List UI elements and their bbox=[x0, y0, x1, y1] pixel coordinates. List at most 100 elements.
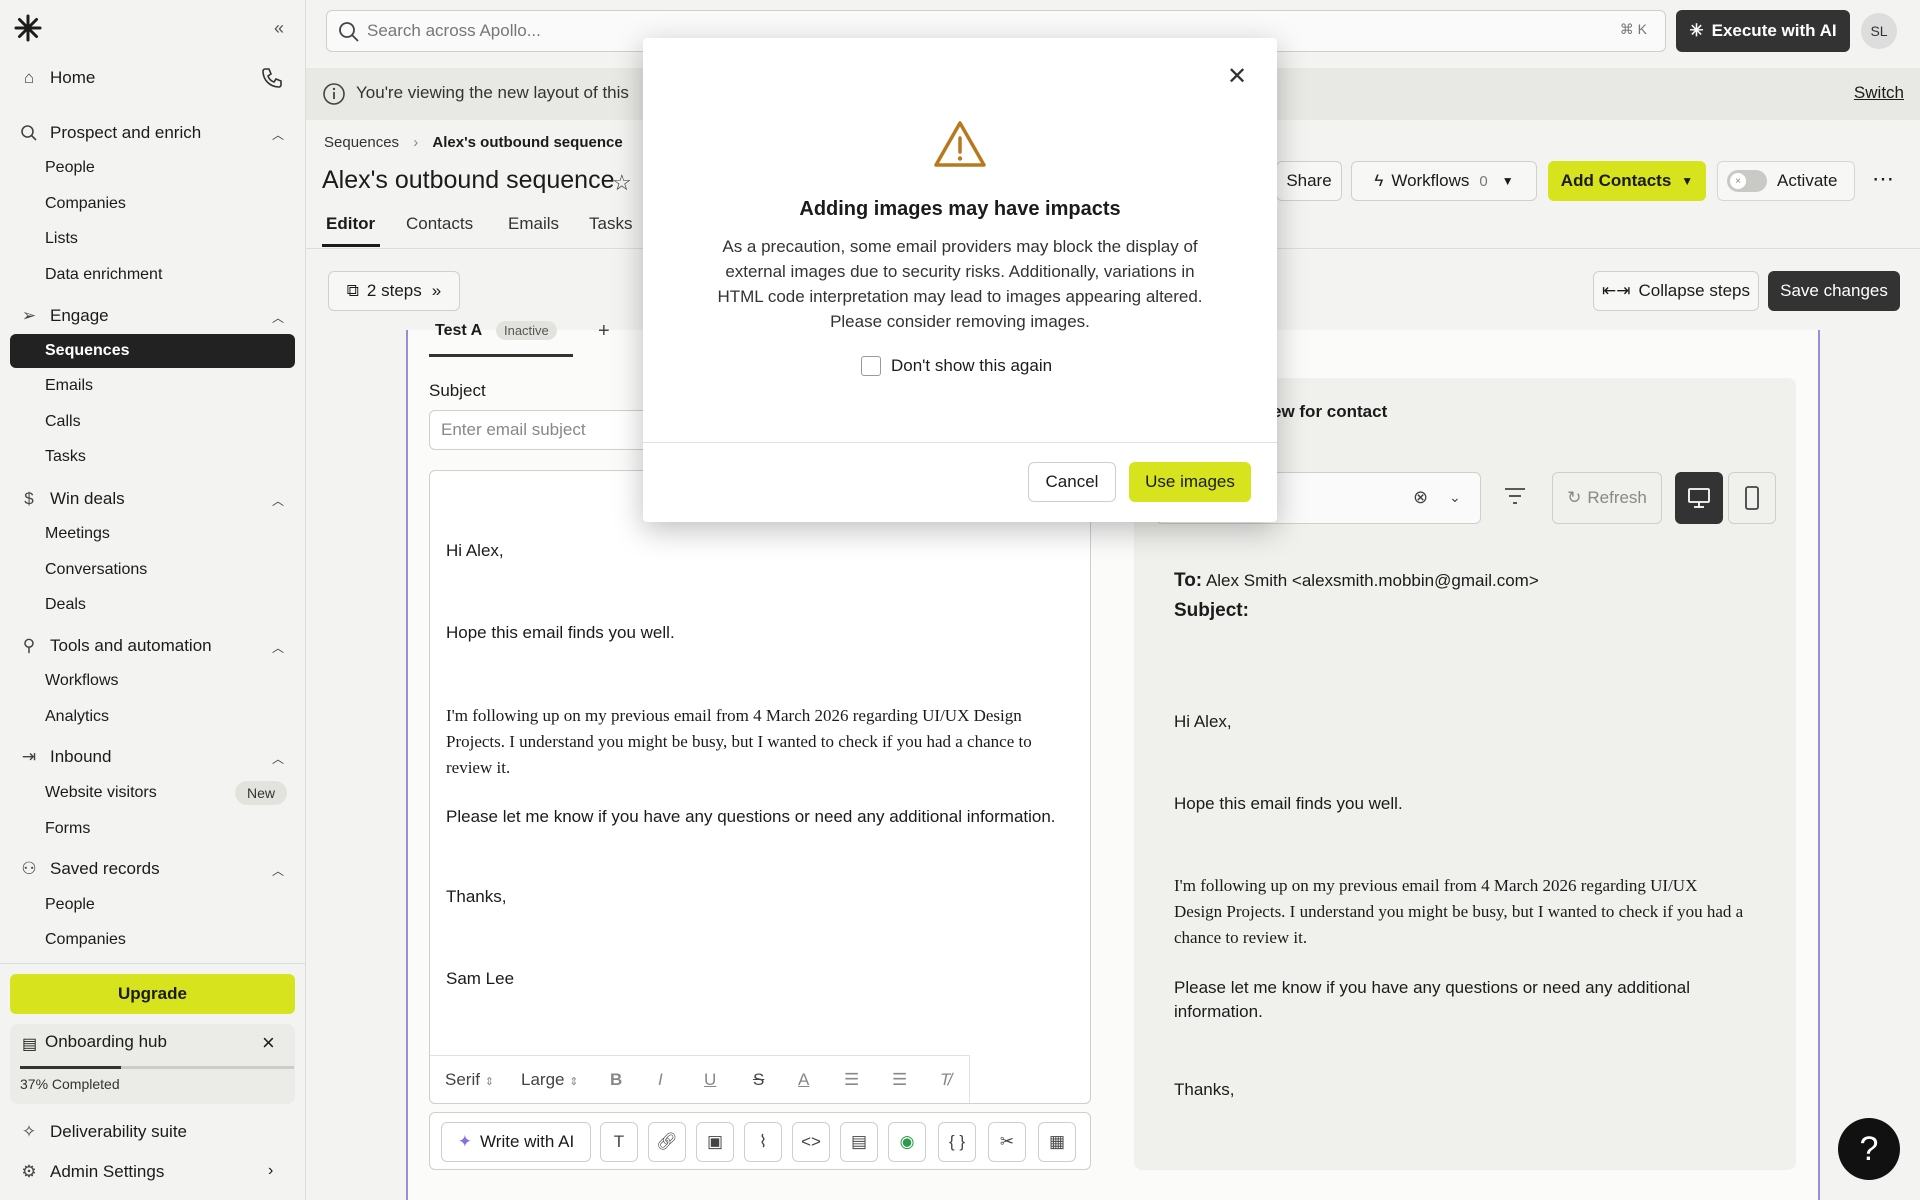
avatar[interactable]: SL bbox=[1861, 13, 1897, 49]
nav-win-deals[interactable]: $ Win deals bbox=[18, 485, 124, 513]
execute-with-ai-button[interactable]: ✳ Execute with AI bbox=[1676, 10, 1850, 52]
tab-contacts[interactable]: Contacts bbox=[406, 214, 473, 234]
sidebar-item-analytics[interactable]: Analytics bbox=[45, 708, 109, 726]
inactive-badge: Inactive bbox=[495, 321, 557, 340]
sidebar-item-people[interactable]: People bbox=[45, 159, 95, 177]
chevron-up-icon[interactable]: ︿ bbox=[272, 862, 284, 879]
chevron-right-icon[interactable]: › bbox=[268, 1162, 273, 1180]
chevron-down-icon[interactable]: ⌄ bbox=[1449, 489, 1461, 506]
template-icon[interactable]: ▤ bbox=[840, 1122, 878, 1162]
code-icon[interactable]: <> bbox=[792, 1122, 830, 1162]
tab-emails[interactable]: Emails bbox=[508, 214, 559, 234]
help-button[interactable]: ? bbox=[1838, 1118, 1900, 1180]
font-family-select[interactable]: Serif ⇕ bbox=[445, 1070, 494, 1090]
add-contacts-button[interactable]: Add Contacts ▼ bbox=[1548, 161, 1706, 201]
sidebar-item-meetings[interactable]: Meetings bbox=[45, 525, 110, 543]
tab-tasks[interactable]: Tasks bbox=[589, 214, 632, 234]
nav-saved-records[interactable]: ⚇ Saved records bbox=[18, 855, 159, 883]
nav-deliverability[interactable]: ✧ Deliverability suite bbox=[18, 1118, 187, 1146]
use-images-button[interactable]: Use images bbox=[1129, 462, 1251, 502]
workflows-button[interactable]: ϟ Workflows 0 ▼ bbox=[1351, 161, 1537, 201]
nav-engage[interactable]: ➢ Engage bbox=[18, 302, 109, 330]
sidebar-item-workflows[interactable]: Workflows bbox=[45, 672, 119, 690]
email-body-editor[interactable]: Hi Alex, Hope this email finds you well.… bbox=[429, 470, 1091, 1104]
sidebar-item-data-enrichment[interactable]: Data enrichment bbox=[45, 266, 162, 284]
refresh-button[interactable]: ↻ Refresh bbox=[1552, 472, 1662, 524]
close-icon[interactable]: × bbox=[262, 1030, 275, 1056]
font-size-select[interactable]: Large ⇕ bbox=[521, 1070, 578, 1090]
chevron-up-icon[interactable]: ︿ bbox=[272, 492, 284, 509]
sidebar-item-saved-companies[interactable]: Companies bbox=[45, 931, 126, 949]
nav-tools[interactable]: ⚲ Tools and automation bbox=[18, 632, 212, 660]
save-changes-button[interactable]: Save changes bbox=[1768, 271, 1900, 311]
variables-icon[interactable]: { } bbox=[938, 1122, 976, 1162]
sidebar-item-lists[interactable]: Lists bbox=[45, 230, 78, 248]
collapse-sidebar-icon[interactable]: « bbox=[274, 18, 284, 39]
nav-admin-settings[interactable]: ⚙ Admin Settings bbox=[18, 1158, 164, 1186]
breadcrumb-root[interactable]: Sequences bbox=[324, 134, 399, 151]
strikethrough-icon[interactable]: S bbox=[753, 1070, 764, 1090]
sidebar-item-companies[interactable]: Companies bbox=[45, 195, 126, 213]
underline-icon[interactable]: U bbox=[704, 1070, 716, 1090]
attachment-icon[interactable]: ⌇ bbox=[744, 1122, 782, 1162]
calendar-icon[interactable]: ▦ bbox=[1038, 1122, 1076, 1162]
text-color-icon[interactable]: A bbox=[798, 1070, 809, 1090]
bot-icon[interactable]: ◉ bbox=[888, 1122, 926, 1162]
add-test-icon[interactable]: + bbox=[598, 320, 610, 343]
write-with-ai-button[interactable]: ✦ Write with AI bbox=[441, 1122, 591, 1162]
link-icon[interactable]: 🔗︎ bbox=[648, 1122, 686, 1162]
ordered-list-icon[interactable]: ☰ bbox=[844, 1070, 859, 1090]
phone-icon[interactable] bbox=[260, 66, 284, 95]
scissors-icon[interactable]: ✂ bbox=[988, 1122, 1026, 1162]
activate-label: Activate bbox=[1777, 171, 1838, 190]
dont-show-again-checkbox[interactable] bbox=[861, 356, 881, 376]
preview-thanks: Thanks, bbox=[1174, 1080, 1235, 1099]
steps-button[interactable]: ⧉ 2 steps » bbox=[328, 271, 460, 311]
dont-show-again-label[interactable]: Don't show this again bbox=[891, 356, 1052, 376]
close-icon[interactable]: ✕ bbox=[1227, 62, 1247, 91]
tab-test-a[interactable]: Test A Inactive bbox=[435, 321, 557, 340]
sidebar-item-deals[interactable]: Deals bbox=[45, 596, 86, 614]
sort-icon: ⇕ bbox=[569, 1075, 579, 1088]
banner-text: You're viewing the new layout of this bbox=[356, 83, 629, 102]
bold-icon[interactable]: B bbox=[610, 1070, 622, 1090]
star-icon[interactable]: ☆ bbox=[612, 170, 632, 196]
chevron-up-icon[interactable]: ︿ bbox=[272, 639, 284, 656]
chevron-up-icon[interactable]: ︿ bbox=[272, 126, 284, 143]
desktop-view-button[interactable] bbox=[1675, 472, 1723, 524]
upgrade-button[interactable]: Upgrade bbox=[10, 974, 295, 1014]
sidebar-item-calls[interactable]: Calls bbox=[45, 413, 81, 431]
clear-circle-icon[interactable]: ⊗ bbox=[1413, 487, 1428, 508]
mobile-view-button[interactable] bbox=[1728, 472, 1776, 524]
monitor-icon bbox=[1688, 488, 1710, 508]
sidebar-item-website-visitors[interactable]: Website visitors bbox=[45, 784, 157, 802]
sidebar-item-conversations[interactable]: Conversations bbox=[45, 561, 147, 579]
nav-home[interactable]: ⌂ Home bbox=[18, 64, 96, 92]
nav-home-label: Home bbox=[50, 68, 96, 87]
sidebar-item-forms[interactable]: Forms bbox=[45, 820, 90, 838]
switch-layout-link[interactable]: Switch bbox=[1854, 83, 1904, 103]
clear-format-icon[interactable]: T̸ bbox=[940, 1070, 950, 1090]
tab-editor[interactable]: Editor bbox=[326, 214, 375, 234]
activate-toggle[interactable]: × bbox=[1727, 170, 1767, 192]
body-thanks: Thanks, bbox=[446, 887, 507, 906]
onboarding-hub[interactable]: ▤ Onboarding hub × 37% Completed bbox=[10, 1024, 295, 1104]
bullet-list-icon[interactable]: ☰ bbox=[892, 1070, 907, 1090]
sidebar-item-tasks[interactable]: Tasks bbox=[45, 448, 86, 466]
italic-icon[interactable]: I bbox=[658, 1070, 663, 1090]
nav-prospect[interactable]: Prospect and enrich bbox=[18, 119, 201, 147]
sidebar-item-emails[interactable]: Emails bbox=[45, 377, 93, 395]
sidebar-item-sequences[interactable]: Sequences bbox=[10, 334, 295, 368]
text-format-icon[interactable]: T bbox=[600, 1122, 638, 1162]
filter-icon[interactable] bbox=[1504, 486, 1526, 511]
share-button[interactable]: Share bbox=[1276, 161, 1342, 201]
chevron-up-icon[interactable]: ︿ bbox=[272, 750, 284, 767]
sidebar-item-saved-people[interactable]: People bbox=[45, 896, 95, 914]
image-icon[interactable]: ▣ bbox=[696, 1122, 734, 1162]
chevron-up-icon[interactable]: ︿ bbox=[272, 309, 284, 326]
more-options-icon[interactable]: ⋯ bbox=[1872, 166, 1894, 192]
collapse-steps-button[interactable]: ⇤⇥ Collapse steps bbox=[1593, 271, 1759, 311]
nav-inbound[interactable]: ⇥ Inbound bbox=[18, 743, 112, 771]
cancel-button[interactable]: Cancel bbox=[1028, 462, 1116, 502]
apollo-logo-icon[interactable] bbox=[14, 14, 42, 42]
